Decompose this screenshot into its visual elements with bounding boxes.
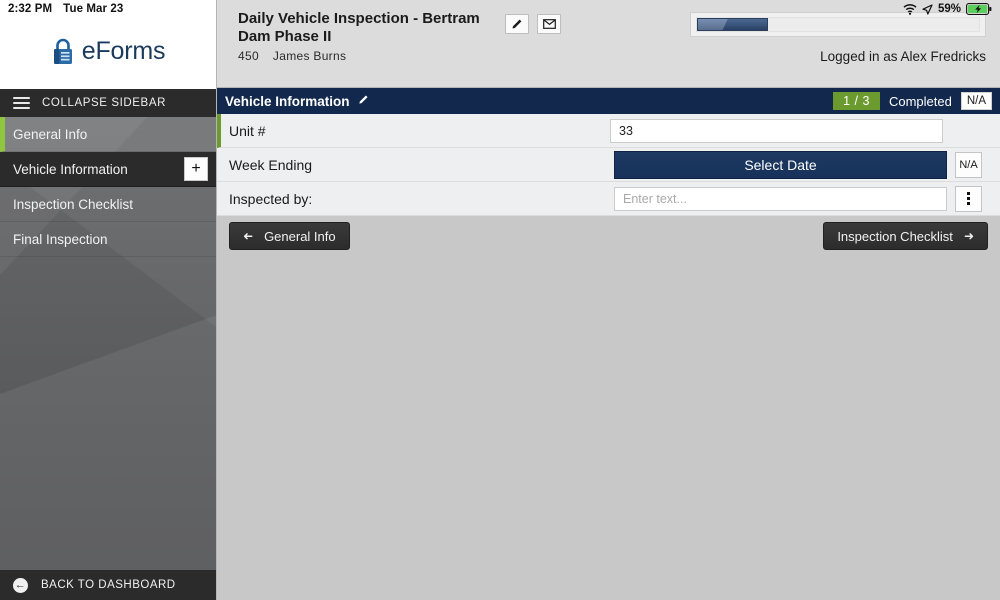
field-label: Inspected by: <box>229 190 313 207</box>
back-to-dashboard-button[interactable]: ← BACK TO DASHBOARD <box>0 570 216 600</box>
status-bar-right: 59% <box>903 0 992 18</box>
week-ending-na-button[interactable]: N/A <box>955 151 982 178</box>
status-date: Tue Mar 23 <box>63 3 124 15</box>
field-row-week-ending: Week Ending Select Date N/A <box>217 148 1000 182</box>
back-to-dashboard-label: BACK TO DASHBOARD <box>41 579 176 591</box>
completion-count-badge: 1 / 3 <box>833 92 880 110</box>
completed-label: Completed <box>888 93 952 109</box>
edit-form-button[interactable] <box>505 14 529 34</box>
form-fields: Unit # Week Ending Select Date N/A Inspe… <box>217 114 1000 216</box>
field-row-inspected-by: Inspected by: <box>217 182 1000 216</box>
previous-section-label: General Info <box>264 228 336 244</box>
app-logo: eForms <box>0 18 216 89</box>
section-title: Vehicle Information <box>225 93 350 109</box>
brand-name: eForms <box>81 37 166 65</box>
padlock-icon <box>51 37 75 67</box>
form-navigation: ➜ General Info Inspection Checklist ➜ <box>217 216 1000 250</box>
collapse-sidebar-label: COLLAPSE SIDEBAR <box>42 97 167 109</box>
main-content: Daily Vehicle Inspection - Bertram Dam P… <box>217 0 1000 600</box>
unit-number-input[interactable] <box>610 118 943 143</box>
email-form-button[interactable] <box>537 14 561 34</box>
kebab-menu-icon <box>967 192 970 205</box>
field-control: Select Date N/A <box>614 150 982 179</box>
section-title-group: Vehicle Information <box>225 94 369 109</box>
sidebar-item-label: Vehicle Information <box>13 161 128 177</box>
circle-back-arrow-icon: ← <box>13 577 28 593</box>
collapse-sidebar-button[interactable]: COLLAPSE SIDEBAR <box>0 89 216 117</box>
location-arrow-icon <box>922 3 933 15</box>
wifi-icon <box>903 3 917 15</box>
sidebar-item-label: Final Inspection <box>13 231 108 247</box>
previous-section-button[interactable]: ➜ General Info <box>229 222 350 250</box>
field-label: Unit # <box>229 122 266 139</box>
arrow-right-icon: ➜ <box>963 229 974 243</box>
section-na-button[interactable]: N/A <box>960 92 992 110</box>
sidebar-item-final-inspection[interactable]: Final Inspection <box>0 222 216 257</box>
next-section-label: Inspection Checklist <box>837 228 953 244</box>
edit-section-button[interactable] <box>358 94 369 108</box>
field-control <box>614 185 982 212</box>
status-time: 2:32 PM <box>8 3 53 15</box>
field-control <box>610 118 943 143</box>
inspected-by-input[interactable] <box>614 186 947 211</box>
sidebar: 2:32 PM Tue Mar 23 eForms COLLAPSE SIDEB… <box>0 0 217 600</box>
next-section-button[interactable]: Inspection Checklist ➜ <box>823 222 988 250</box>
progress-track <box>696 17 980 32</box>
form-number: 450 <box>238 48 259 63</box>
progress-fill <box>697 18 768 31</box>
sidebar-item-label: General Info <box>13 126 88 142</box>
form-subtitle: 450 James Burns <box>238 49 483 63</box>
field-row-unit-number: Unit # <box>217 114 1000 148</box>
field-label: Week Ending <box>229 156 313 173</box>
add-vehicle-section-button[interactable]: + <box>184 157 208 181</box>
status-bar: 2:32 PM Tue Mar 23 <box>0 0 216 18</box>
sidebar-item-vehicle-information[interactable]: Vehicle Information + <box>0 152 216 187</box>
app-root: 2:32 PM Tue Mar 23 eForms COLLAPSE SIDEB… <box>0 0 1000 600</box>
envelope-icon <box>542 19 556 29</box>
sidebar-nav: General Info Vehicle Information + Inspe… <box>0 117 216 570</box>
battery-charging-icon <box>966 3 992 15</box>
battery-percent-label: 59% <box>937 3 961 15</box>
page-title: Daily Vehicle Inspection - Bertram Dam P… <box>238 10 480 46</box>
logged-in-label: Logged in as Alex Fredricks <box>820 49 986 64</box>
form-owner: James Burns <box>272 48 347 63</box>
sidebar-item-label: Inspection Checklist <box>13 196 134 212</box>
pencil-icon <box>358 95 368 104</box>
hamburger-icon <box>13 97 30 109</box>
select-date-button[interactable]: Select Date <box>614 150 947 179</box>
arrow-left-icon: ➜ <box>243 229 254 243</box>
pencil-icon <box>512 19 522 29</box>
sidebar-item-general-info[interactable]: General Info <box>0 117 216 152</box>
inspected-by-menu-button[interactable] <box>955 185 982 212</box>
form-header: Daily Vehicle Inspection - Bertram Dam P… <box>217 0 1000 88</box>
sidebar-item-inspection-checklist[interactable]: Inspection Checklist <box>0 187 216 222</box>
section-header: Vehicle Information 1 / 3 Completed N/A <box>217 88 1000 114</box>
header-actions <box>505 14 561 34</box>
section-status: 1 / 3 Completed N/A <box>833 92 992 110</box>
header-status: Logged in as Alex Fredricks <box>690 12 986 64</box>
